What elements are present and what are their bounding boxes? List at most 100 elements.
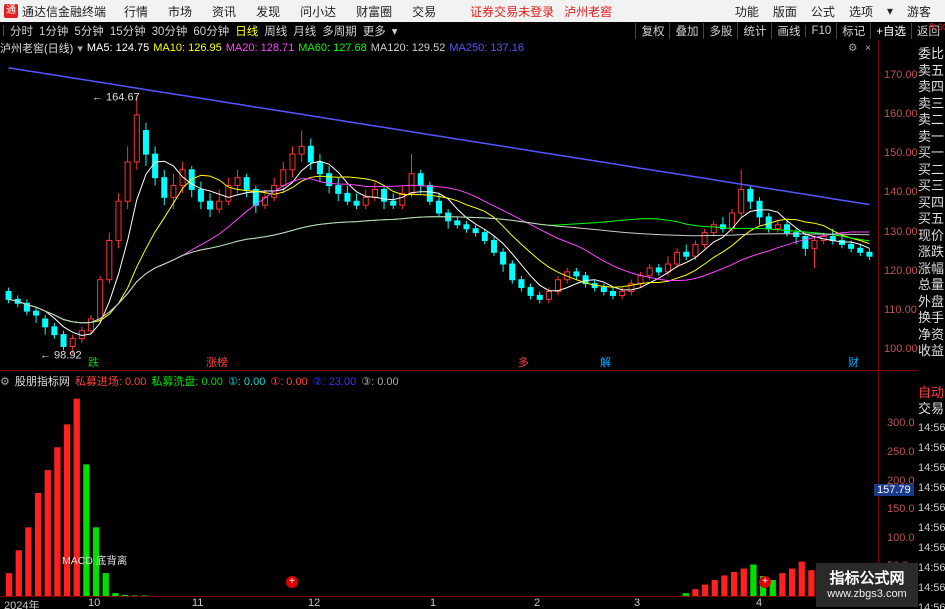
macd-bar bbox=[83, 464, 90, 596]
candle-body bbox=[51, 326, 58, 336]
legend-dropdown-icon[interactable]: ▾ bbox=[77, 42, 83, 55]
period-more[interactable]: 更多 bbox=[363, 23, 386, 39]
price-tick-label: 150.00 bbox=[884, 147, 918, 160]
candle-body bbox=[170, 185, 177, 198]
period-15min[interactable]: 15分钟 bbox=[110, 23, 146, 39]
statistics-button[interactable]: 统计 bbox=[737, 23, 771, 39]
indicator-name[interactable]: 股朋指标网 bbox=[15, 373, 70, 389]
menu-item-formula[interactable]: 公式 bbox=[811, 3, 835, 20]
candle-body bbox=[490, 239, 497, 253]
menu-item-market[interactable]: 市场 bbox=[168, 3, 192, 20]
guest-label[interactable]: 游客 bbox=[907, 3, 931, 20]
indicator-item: ②: 23.00 bbox=[312, 375, 357, 388]
f10-button[interactable]: F10 bbox=[805, 25, 836, 37]
plus-marker-icon[interactable]: + bbox=[759, 576, 771, 588]
menu-item-functions[interactable]: 功能 bbox=[735, 3, 759, 20]
price-tick-label: 160.00 bbox=[884, 107, 918, 120]
indicator-tick-label: 150.0 bbox=[887, 503, 915, 516]
period-multi[interactable]: 多周期 bbox=[322, 23, 357, 39]
menu-item-trade[interactable]: 交易 bbox=[412, 3, 436, 20]
macd-bar bbox=[730, 571, 738, 596]
period-monthly[interactable]: 月线 bbox=[293, 23, 316, 39]
plus-marker-icon[interactable]: + bbox=[286, 576, 298, 588]
macd-divergence-label: MACD 底背离 bbox=[62, 555, 128, 567]
quote-field-label: 换手 bbox=[918, 310, 945, 325]
price-tick-label: 140.00 bbox=[884, 186, 918, 199]
candle-body bbox=[756, 200, 763, 218]
watermark-badge: 指标公式网 www.zbgs3.com bbox=[816, 563, 918, 607]
candle-body bbox=[69, 338, 76, 347]
candlestick-chart[interactable]: ← 164.67 ← 98.92 跌 涨榜 多 解 财 bbox=[0, 56, 878, 370]
menu-item-ask-xiaoda[interactable]: 问小达 bbox=[300, 3, 336, 20]
close-icon[interactable]: × bbox=[865, 42, 871, 54]
overlay-button[interactable]: 叠加 bbox=[669, 23, 703, 39]
ma5-value: MA5: 124.75 bbox=[86, 42, 150, 54]
indicator-settings-icon[interactable]: ⚙ bbox=[0, 375, 10, 388]
period-weekly[interactable]: 周线 bbox=[264, 23, 287, 39]
macd-bar bbox=[131, 595, 138, 596]
macd-histogram-chart[interactable] bbox=[0, 390, 878, 596]
menu-item-discover[interactable]: 发现 bbox=[256, 3, 280, 20]
indicator-legend: ⚙ 股朋指标网 私募进场: 0.00 私募洗盘: 0.00 ①: 0.00 ①:… bbox=[0, 373, 404, 389]
menu-item-quotes[interactable]: 行情 bbox=[124, 3, 148, 20]
price-tick-label: 120.00 bbox=[884, 264, 918, 277]
adjust-button[interactable]: 复权 bbox=[635, 23, 669, 39]
ma60-line bbox=[8, 216, 870, 324]
login-notice[interactable]: 证券交易未登录 bbox=[470, 3, 554, 20]
app-logo-icon: 通 bbox=[4, 4, 18, 18]
menu-item-layout[interactable]: 版面 bbox=[773, 3, 797, 20]
candle-body bbox=[207, 200, 214, 210]
macd-bar bbox=[692, 589, 699, 596]
trade-time: 14:56 bbox=[918, 442, 945, 454]
candle-body bbox=[362, 196, 369, 206]
candle-body bbox=[637, 275, 644, 285]
candle-body bbox=[738, 188, 745, 214]
candle-body bbox=[463, 224, 470, 230]
period-30min[interactable]: 30分钟 bbox=[152, 23, 188, 39]
period-60min[interactable]: 60分钟 bbox=[193, 23, 229, 39]
candle-body bbox=[500, 251, 507, 265]
x-label: 2 bbox=[534, 597, 541, 609]
chart-title[interactable]: 泸州老窖(日线) bbox=[0, 40, 73, 56]
watermark-url: www.zbgs3.com bbox=[827, 588, 907, 600]
candle-body bbox=[472, 228, 479, 234]
candle-body bbox=[33, 310, 40, 316]
candle-body bbox=[848, 243, 855, 249]
period-daily[interactable]: 日线 bbox=[235, 23, 258, 39]
draw-line-button[interactable]: 画线 bbox=[771, 23, 805, 39]
ma20-value: MA20: 128.71 bbox=[225, 42, 295, 54]
mark-button[interactable]: 标记 bbox=[836, 23, 870, 39]
macd-bar bbox=[34, 493, 42, 596]
macd-bar bbox=[44, 470, 51, 596]
panel-tab[interactable]: 自动 bbox=[918, 385, 945, 401]
menu-item-wealth-circle[interactable]: 财富圈 bbox=[356, 3, 392, 20]
dropdown-arrow-icon[interactable]: ▾ bbox=[887, 4, 893, 18]
trade-time: 14:56 bbox=[918, 422, 945, 434]
quote-field-label: 卖五 bbox=[918, 62, 945, 78]
quote-field-label: 买三 bbox=[918, 178, 945, 193]
candle-body bbox=[573, 271, 580, 277]
current-price-badge: 157.79 bbox=[874, 484, 914, 496]
price-tick-label: 100.00 bbox=[884, 343, 918, 356]
candle-body bbox=[42, 318, 49, 328]
trade-time: 14:56 bbox=[918, 562, 945, 574]
candle-body bbox=[371, 188, 378, 198]
price-tick-label: 110.00 bbox=[884, 304, 917, 317]
trade-time: 14:56 bbox=[918, 602, 945, 609]
settings-gear-icon[interactable]: ⚙ bbox=[848, 42, 857, 54]
indicator-item: ③: 0.00 bbox=[361, 375, 399, 388]
candle-body bbox=[106, 239, 113, 281]
period-5min[interactable]: 5分钟 bbox=[74, 23, 103, 39]
period-1min[interactable]: 1分钟 bbox=[39, 23, 68, 39]
more-dropdown-icon[interactable]: ▾ bbox=[392, 24, 398, 38]
multi-stock-button[interactable]: 多股 bbox=[703, 23, 737, 39]
add-watchlist-button[interactable]: +自选 bbox=[870, 23, 911, 39]
candle-body bbox=[609, 291, 617, 296]
app-title: 通达信金融终端 bbox=[22, 4, 107, 19]
candle-body bbox=[701, 232, 708, 245]
macd-bar bbox=[5, 573, 13, 596]
menu-item-news[interactable]: 资讯 bbox=[212, 3, 236, 20]
menu-item-options[interactable]: 选项 bbox=[849, 3, 873, 20]
panel-tab[interactable]: 交易 bbox=[918, 401, 945, 417]
period-intraday[interactable]: 分时 bbox=[10, 23, 33, 39]
